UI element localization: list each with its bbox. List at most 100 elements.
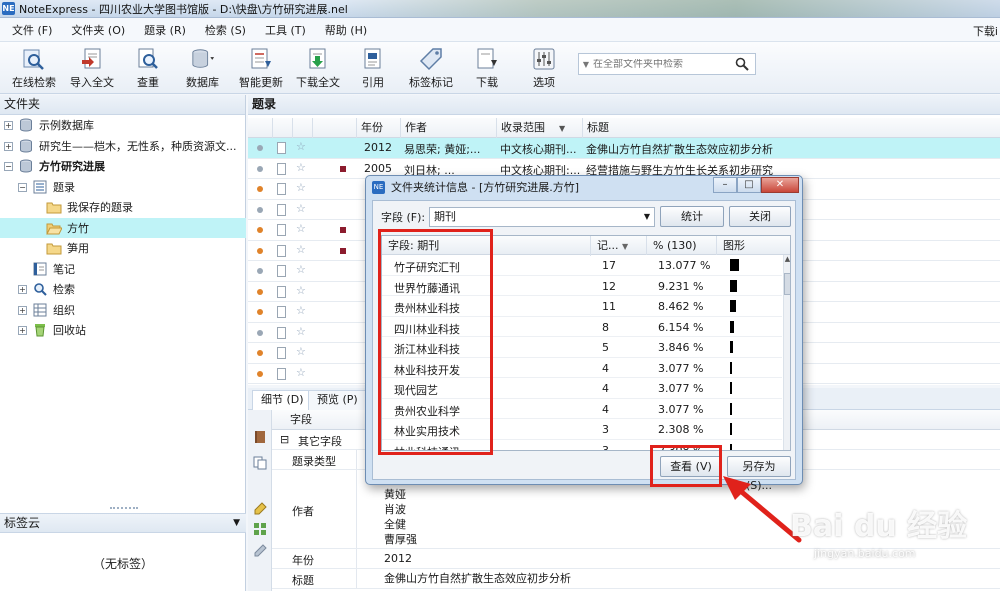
menu-download[interactable]: 下载i xyxy=(973,23,998,39)
document-icon[interactable] xyxy=(277,203,286,216)
grid-tool-icon[interactable] xyxy=(253,522,267,536)
star-icon[interactable]: ☆ xyxy=(296,202,306,215)
menu-search[interactable]: 检索 (S) xyxy=(205,22,246,38)
close-window-button[interactable]: ✕ xyxy=(761,177,799,193)
tree-item-sample-db[interactable]: + 示例数据库 xyxy=(0,115,246,135)
expand-icon[interactable]: + xyxy=(18,305,27,315)
col-read-status[interactable] xyxy=(248,118,272,138)
menu-reference[interactable]: 题录 (R) xyxy=(144,22,186,38)
search-scope-dropdown-icon[interactable]: ▼ xyxy=(579,60,593,69)
menu-tools[interactable]: 工具 (T) xyxy=(265,22,306,38)
toolbar-search-box[interactable]: ▼ xyxy=(578,53,756,75)
col-year[interactable]: 年份 xyxy=(356,118,400,138)
expand-icon[interactable]: + xyxy=(4,141,13,151)
tree-item-bamboo-shoot[interactable]: 笋用 xyxy=(0,238,246,258)
col-star[interactable] xyxy=(292,118,312,138)
tree-item-search[interactable]: + 检索 xyxy=(0,279,246,299)
no-tags-text: （无标签） xyxy=(92,557,153,571)
col-author[interactable]: 作者 xyxy=(400,118,496,138)
edit-icon[interactable] xyxy=(253,544,267,558)
col-priority[interactable] xyxy=(312,118,356,138)
search-icon[interactable] xyxy=(735,57,749,74)
star-icon[interactable]: ☆ xyxy=(296,140,306,153)
cite-button[interactable]: 引用 xyxy=(361,46,385,92)
download-button[interactable]: 下载 xyxy=(475,46,499,92)
stat-col-count[interactable]: 记... ▼ xyxy=(590,236,646,256)
field-select[interactable]: 期刊 ▼ xyxy=(429,207,655,227)
document-icon[interactable] xyxy=(277,162,286,175)
collapse-triangle-icon[interactable]: ▼ xyxy=(233,514,240,533)
menu-file[interactable]: 文件 (F) xyxy=(12,22,52,38)
star-icon[interactable]: ☆ xyxy=(296,161,306,174)
col-title[interactable]: 标题 xyxy=(582,118,1000,138)
minimize-button[interactable]: – xyxy=(713,177,737,193)
document-icon[interactable] xyxy=(277,285,286,298)
tree-item-organize[interactable]: + 组织 xyxy=(0,300,246,320)
expand-icon[interactable]: + xyxy=(18,325,27,335)
statistics-scrollbar[interactable]: ▲ xyxy=(783,255,790,450)
tag-mark-button[interactable]: 标签标记 xyxy=(409,46,453,92)
scroll-up-icon[interactable]: ▲ xyxy=(784,255,790,267)
stat-col-percent[interactable]: % (130) xyxy=(646,236,716,255)
tab-detail[interactable]: 细节 (D) xyxy=(252,390,313,411)
tree-item-notes[interactable]: 笔记 xyxy=(0,259,246,279)
star-icon[interactable]: ☆ xyxy=(296,284,306,297)
close-button[interactable]: 关闭 xyxy=(729,206,791,227)
download-fulltext-button[interactable]: 下载全文 xyxy=(296,46,340,92)
panel-splitter[interactable] xyxy=(110,507,138,509)
star-icon[interactable]: ☆ xyxy=(296,325,306,338)
document-icon[interactable] xyxy=(277,265,286,277)
sort-arrow-icon: ▼ xyxy=(559,124,566,133)
book-icon[interactable] xyxy=(253,430,267,444)
star-icon[interactable]: ☆ xyxy=(296,345,306,358)
tab-preview[interactable]: 预览 (P) xyxy=(308,390,367,410)
star-icon[interactable]: ☆ xyxy=(296,181,306,194)
dedup-button[interactable]: 查重 xyxy=(136,46,160,92)
document-icon[interactable] xyxy=(277,347,286,359)
star-icon[interactable]: ☆ xyxy=(296,222,306,235)
tree-item-fangzhu-db[interactable]: − 方竹研究进展 xyxy=(0,156,246,176)
tree-item-fangzhu-folder[interactable]: 方竹 xyxy=(0,218,246,238)
tree-item-recycle-bin[interactable]: + 回收站 xyxy=(0,320,246,340)
group-collapse-icon[interactable]: ⊟ xyxy=(280,433,289,446)
stat-count: 4 xyxy=(602,361,609,375)
col-scope[interactable]: 收录范围 ▼ xyxy=(496,118,582,138)
document-icon[interactable] xyxy=(277,224,286,236)
document-icon[interactable] xyxy=(277,367,286,380)
toolbar-search-input[interactable] xyxy=(593,58,733,70)
document-icon[interactable] xyxy=(277,244,286,257)
col-attachment[interactable] xyxy=(272,118,292,138)
star-icon[interactable]: ☆ xyxy=(296,243,306,256)
database-button[interactable]: 数据库 xyxy=(186,46,219,92)
chevron-down-icon: ▼ xyxy=(643,212,650,221)
document-icon[interactable] xyxy=(277,183,286,195)
star-icon[interactable]: ☆ xyxy=(296,366,306,379)
statistics-button[interactable]: 统计 xyxy=(660,206,724,227)
smart-update-button[interactable]: 智能更新 xyxy=(239,46,283,92)
copy-icon[interactable] xyxy=(253,456,267,470)
maximize-button[interactable]: □ xyxy=(737,177,761,193)
stat-col-graph[interactable]: 图形 xyxy=(716,236,784,255)
tree-item-grad-db[interactable]: + 研究生——桤木，无性系，种质资源文... xyxy=(0,136,246,156)
expand-icon[interactable]: + xyxy=(18,284,27,294)
detail-col-field[interactable]: 字段 xyxy=(284,410,312,430)
collapse-icon[interactable]: − xyxy=(4,161,13,171)
brush-icon[interactable] xyxy=(253,502,267,516)
document-icon[interactable] xyxy=(277,306,286,318)
expand-icon[interactable]: + xyxy=(4,120,13,130)
import-fulltext-button[interactable]: 导入全文 xyxy=(70,46,114,92)
menu-folder[interactable]: 文件夹 (O) xyxy=(71,22,125,38)
tree-item-saved-refs[interactable]: 我保存的题录 xyxy=(0,197,246,217)
star-icon[interactable]: ☆ xyxy=(296,304,306,317)
menu-help[interactable]: 帮助 (H) xyxy=(325,22,367,38)
document-icon[interactable] xyxy=(277,326,286,339)
tree-item-references[interactable]: − 题录 xyxy=(0,177,246,197)
online-search-button[interactable]: 在线检索 xyxy=(12,46,56,92)
options-button[interactable]: 选项 xyxy=(532,46,556,92)
table-row[interactable]: ☆ 2012 易思荣; 黄娅;... 中文核心期刊... 金佛山方竹自然扩散生态效应初步… xyxy=(248,138,1000,159)
document-icon[interactable] xyxy=(277,142,286,154)
scrollbar-thumb[interactable] xyxy=(784,273,790,295)
star-icon[interactable]: ☆ xyxy=(296,263,306,276)
tag-icon xyxy=(419,46,443,72)
collapse-icon[interactable]: − xyxy=(18,182,27,192)
